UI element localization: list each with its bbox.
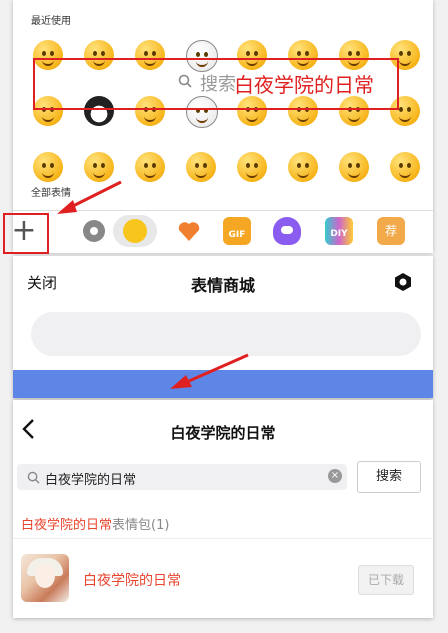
emoji-item[interactable] — [135, 152, 165, 182]
page-title: 白夜学院的日常 — [170, 424, 276, 442]
emoji-item[interactable] — [186, 152, 216, 182]
search-results-panel: 白夜学院的日常 白夜学院的日常 × 搜索 白夜学院的日常表情包(1) 白夜学院的… — [13, 400, 433, 618]
result-count-suffix: 表情包(1) — [112, 518, 170, 533]
clear-icon[interactable]: × — [328, 469, 342, 483]
gear-icon — [90, 227, 98, 235]
gif-label: GIF — [228, 230, 246, 240]
downloaded-button: 已下载 — [358, 565, 414, 595]
page-title: 表情商城 — [190, 276, 255, 295]
tab-character[interactable] — [273, 217, 301, 245]
search-button[interactable]: 搜索 — [357, 461, 421, 493]
search-placeholder: 搜索 — [200, 74, 236, 95]
tab-favorites[interactable] — [175, 217, 203, 245]
pointer-arrow-icon-2 — [170, 353, 249, 389]
thumbnail-face — [35, 564, 55, 588]
diy-label: DIY — [330, 229, 348, 239]
mall-search-bar[interactable] — [31, 312, 421, 356]
heart-icon — [178, 222, 200, 241]
result-count-highlight: 白夜学院的日常 — [21, 518, 113, 533]
emoji-item[interactable] — [390, 152, 420, 182]
tab-settings[interactable] — [83, 220, 105, 242]
divider — [13, 538, 433, 539]
pointer-arrow-icon — [57, 180, 122, 214]
search-icon — [178, 74, 192, 88]
tab-gif[interactable]: GIF — [223, 217, 251, 245]
emoji-item[interactable] — [237, 152, 267, 182]
emoji-item[interactable] — [288, 152, 318, 182]
emoji-item[interactable] — [339, 152, 369, 182]
tab-recommend[interactable]: 荐 — [377, 217, 405, 245]
search-icon — [27, 471, 40, 484]
settings-gear-icon[interactable] — [393, 272, 413, 292]
add-emoji-button[interactable]: + — [8, 216, 40, 248]
sticker-pack-thumbnail[interactable] — [21, 554, 69, 602]
smile-icon — [123, 219, 147, 243]
plus-icon: + — [11, 213, 37, 248]
search-overlay-text: 白夜学院的日常 — [234, 73, 374, 97]
recent-section-label: 最近使用 — [31, 16, 71, 27]
sticker-pack-name[interactable]: 白夜学院的日常 — [83, 570, 181, 590]
search-query-text: 白夜学院的日常 — [45, 473, 137, 488]
character-icon — [281, 226, 293, 234]
tab-diy[interactable]: DIY — [325, 217, 353, 245]
result-count: 白夜学院的日常表情包(1) — [21, 514, 169, 533]
tab-emoji[interactable] — [113, 215, 157, 247]
recommend-label: 荐 — [384, 224, 397, 238]
